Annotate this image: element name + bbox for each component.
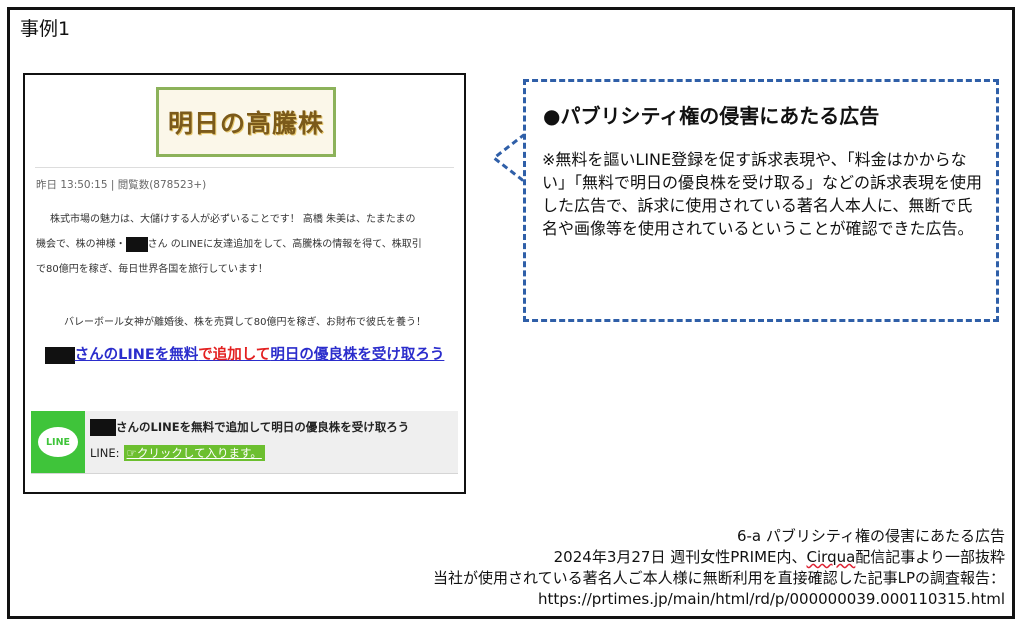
site-logo: 明日の高騰株 (156, 87, 336, 157)
line-banner: LINE さんのLINEを無料で追加して明日の優良株を受け取ろう LINE: ☞ク… (31, 411, 458, 474)
article-body: 株式市場の魅力は、大儲けする人が必ずいることです！ 高橋 朱美は、たまたまの 機… (36, 207, 454, 282)
line-join-link[interactable]: ☞クリックして入ります。 (123, 445, 265, 461)
callout-pointer-icon (491, 132, 526, 184)
redacted-name (90, 419, 116, 436)
article-meta: 昨日 13:50:15 | 閲覧数(878523+) (36, 179, 207, 191)
article-para2: バレーボール女神が離婚後、株を売買して80億円を稼ぎ、お財布で彼氏を養う！ (64, 317, 426, 328)
case-label: 事例1 (20, 18, 71, 40)
line-banner-title-text: さんのLINEを無料で追加して明日の優良株を受け取ろう (116, 420, 410, 434)
footer-line2-cirqua: Cirqua (806, 548, 856, 566)
line-label: LINE: (90, 446, 120, 460)
para1-line3: で80億円を稼ぎ、毎日世界各国を旅行しています！ (36, 264, 268, 275)
line-banner-row: LINE: ☞クリックして入ります。 (90, 445, 265, 461)
cta-text-b: 明日の優良株を受け取ろう (270, 347, 445, 363)
footer-line2-c: 配信記事より一部抜粋 (855, 548, 1005, 566)
footer-url[interactable]: https://prtimes.jp/main/html/rd/p/000000… (433, 589, 1005, 610)
footer-line2: 2024年3月27日 週刊女性PRIME内、Cirqua配信記事より一部抜粋 (433, 547, 1005, 568)
footer-caption: 6-a パブリシティ権の侵害にあたる広告 2024年3月27日 週刊女性PRIM… (433, 526, 1005, 610)
footer-line2-a: 2024年3月27日 週刊女性PRIME内、 (553, 548, 807, 566)
logo-text: 明日の高騰株 (167, 109, 324, 138)
line-bubble-icon: LINE (38, 427, 78, 457)
footer-line3: 当社が使用されている著名人ご本人様に無断利用を直接確認した記事LPの調査報告： (433, 569, 1005, 587)
line-app-icon: LINE (31, 411, 85, 473)
cta-link[interactable]: さんのLINEを無料で追加して明日の優良株を受け取ろう (39, 345, 450, 366)
redacted-name (44, 346, 75, 364)
callout-title: ●パブリシティ権の侵害にあたる広告 (543, 104, 880, 128)
footer-line1: 6-a パブリシティ権の侵害にあたる広告 (736, 527, 1005, 545)
ad-screenshot: 明日の高騰株 昨日 13:50:15 | 閲覧数(878523+) 株式市場の魅… (23, 73, 466, 494)
cta-text-red: で追加して (198, 347, 271, 363)
cta-text-a: さんのLINEを無料 (74, 347, 199, 363)
para1-line2: 機会で、株の神様・ さん のLINEに友達追加をして、高騰株の情報を得て、株取引 (36, 232, 454, 257)
para1-text-b: さん のLINEに友達追加をして、高騰株の情報を得て、株取引 (147, 239, 422, 250)
divider (35, 167, 454, 168)
line-banner-title: さんのLINEを無料で追加して明日の優良株を受け取ろう (90, 419, 409, 436)
para1-text-a: 機会で、株の神様・ (36, 239, 126, 250)
callout-box: ●パブリシティ権の侵害にあたる広告 ※無料を謳いLINE登録を促す訴求表現や、「… (523, 79, 999, 322)
redacted-name (125, 236, 148, 252)
para1-line1: 株式市場の魅力は、大儲けする人が必ずいることです！ 高橋 朱美は、たまたまの (50, 214, 416, 225)
callout-body: ※無料を謳いLINE登録を促す訴求表現や、「料金はかからない」「無料で明日の優良… (542, 150, 983, 238)
